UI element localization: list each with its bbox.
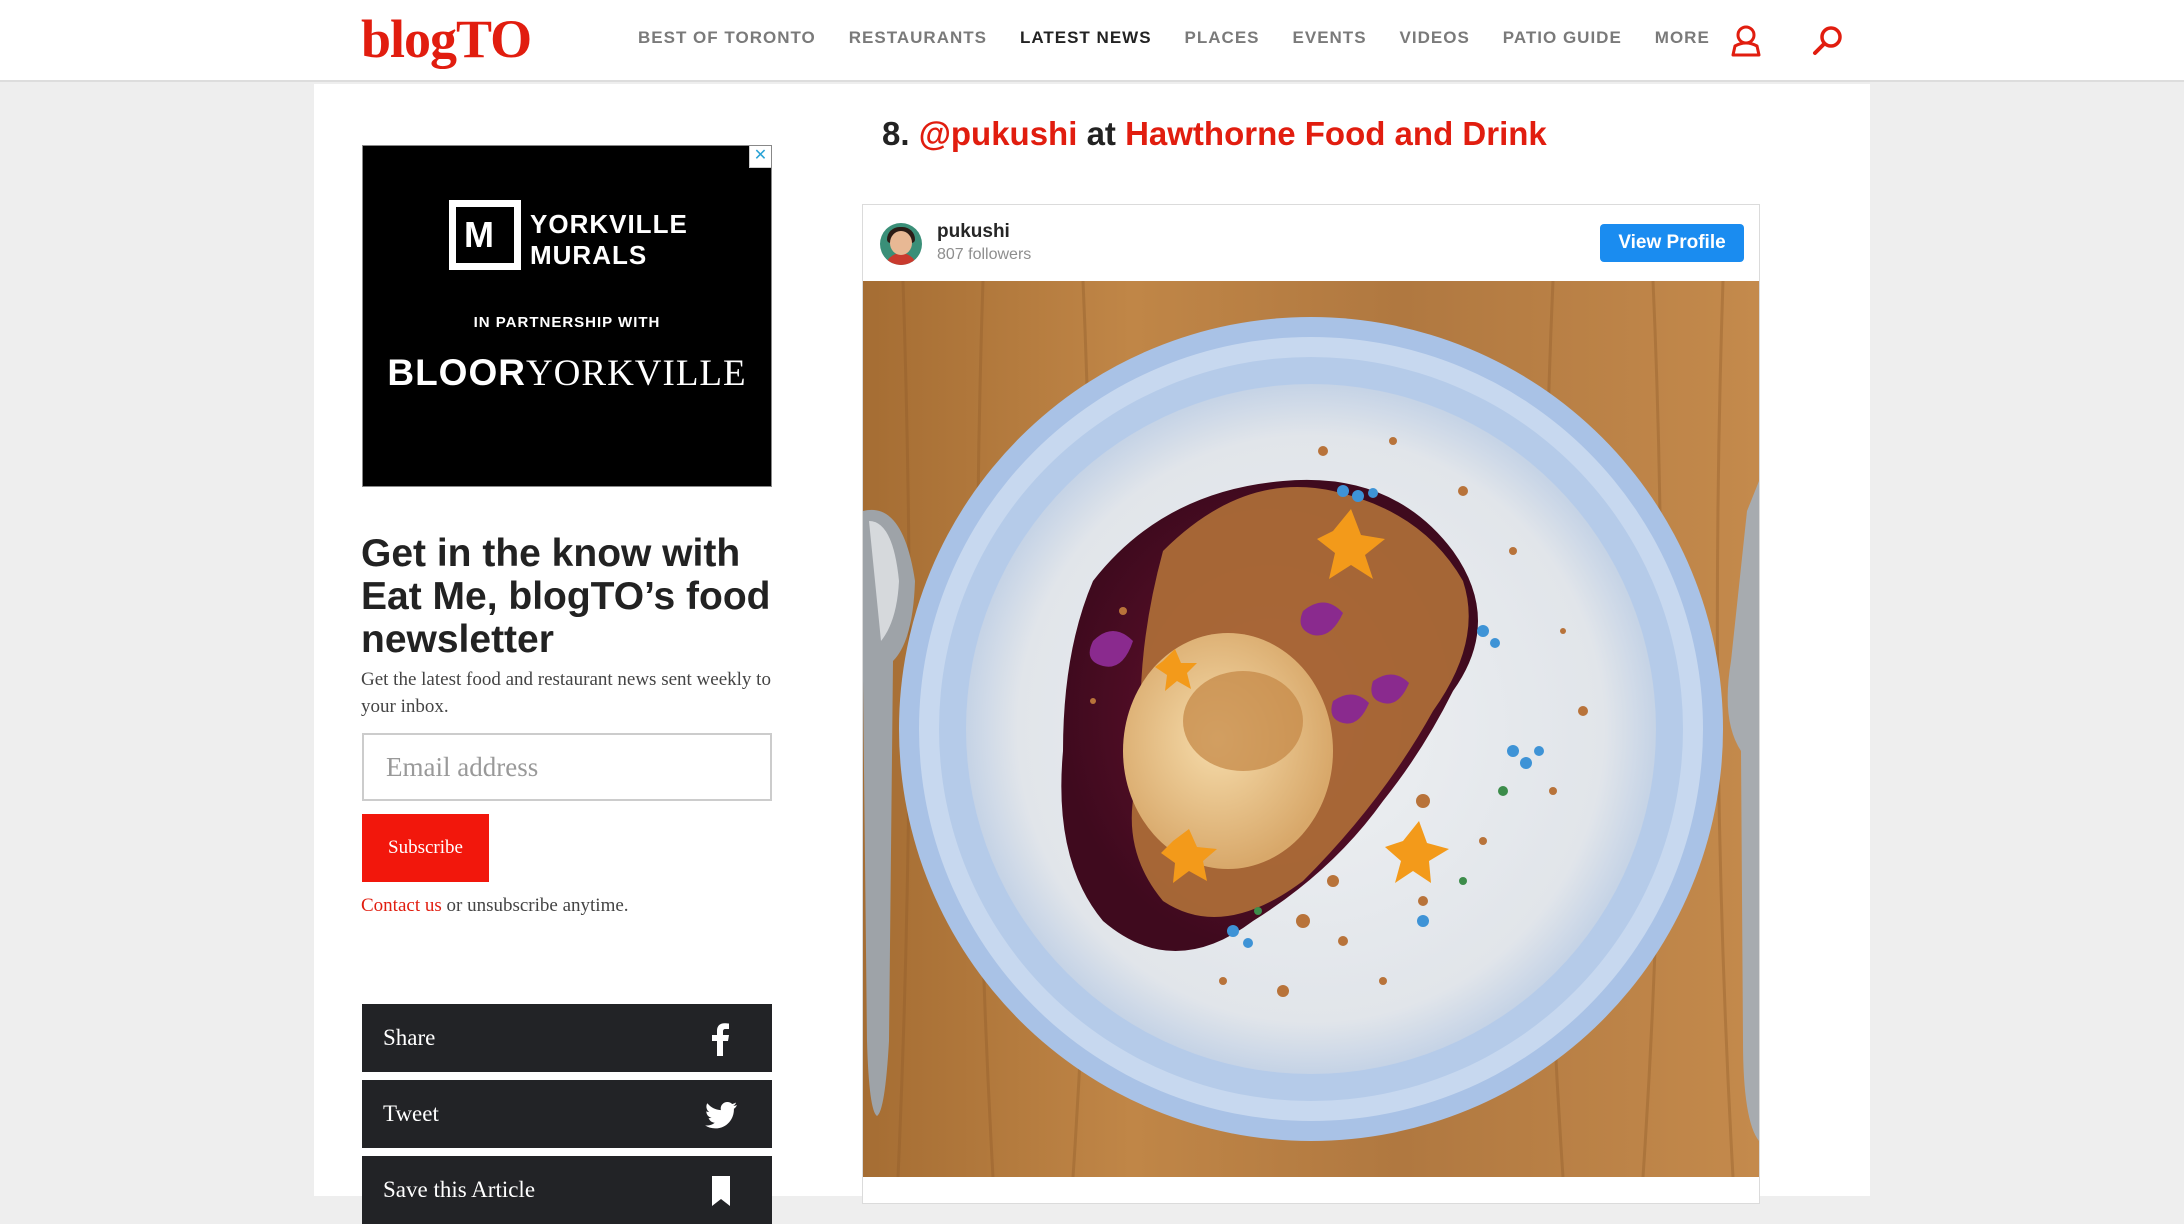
share-label: Share [383, 1025, 436, 1050]
email-field[interactable] [362, 733, 772, 801]
heading-at: at [1086, 115, 1116, 152]
sidebar-ad[interactable]: ✕ M YORKVILLE MURALS IN PARTNERSHIP WITH… [362, 145, 772, 487]
save-label: Save this Article [383, 1177, 536, 1202]
tweet-button[interactable]: Tweet [362, 1080, 772, 1148]
bookmark-icon [712, 1176, 730, 1206]
ad-close-icon[interactable]: ✕ [749, 146, 771, 168]
ad-bloor-word: BLOOR [387, 352, 526, 393]
main-nav: BEST OF TORONTO RESTAURANTS LATEST NEWS … [638, 26, 1743, 50]
instagram-handle-link[interactable]: @pukushi [919, 115, 1078, 152]
ad-bloor-yorkville: BLOORYORKVILLE [363, 352, 771, 395]
yorkville-murals-logo: M [449, 200, 521, 270]
nav-events[interactable]: EVENTS [1293, 26, 1367, 50]
avatar[interactable] [880, 223, 922, 265]
view-profile-button[interactable]: View Profile [1600, 224, 1744, 262]
nav-more[interactable]: MORE [1655, 26, 1710, 50]
instagram-embed: pukushi 807 followers View Profile [862, 204, 1760, 1204]
blogto-logo[interactable]: blogTO [361, 8, 532, 70]
dessert-plate-image [863, 281, 1759, 1177]
save-article-button[interactable]: Save this Article [362, 1156, 772, 1224]
follower-count: 807 followers [937, 246, 1032, 263]
ad-brand-line2: MURALS [530, 240, 648, 270]
unsubscribe-note: or unsubscribe anytime. [441, 895, 629, 916]
restaurant-link[interactable]: Hawthorne Food and Drink [1125, 115, 1547, 152]
ad-brand-line1: YORKVILLE [530, 209, 688, 239]
contact-us-link[interactable]: Contact us [361, 895, 442, 916]
subscribe-button[interactable]: Subscribe [362, 814, 489, 882]
ad-partner-text: IN PARTNERSHIP WITH [473, 314, 661, 331]
ad-yorkville-word: YORKVILLE [525, 353, 747, 394]
item-number: 8. [882, 115, 910, 152]
nav-restaurants[interactable]: RESTAURANTS [849, 26, 987, 50]
top-navigation-bar: blogTO BEST OF TORONTO RESTAURANTS LATES… [0, 0, 2184, 82]
search-icon[interactable] [1808, 22, 1848, 62]
newsletter-description: Get the latest food and restaurant news … [361, 669, 771, 717]
article-item-heading: 8. @pukushi at Hawthorne Food and Drink [882, 110, 1547, 158]
ad-brand-text: YORKVILLE MURALS [530, 209, 688, 271]
twitter-icon [705, 1102, 737, 1129]
share-button[interactable]: Share [362, 1004, 772, 1072]
nav-latest-news[interactable]: LATEST NEWS [1020, 26, 1152, 50]
newsletter-footer: Contact us or unsubscribe anytime. [361, 893, 629, 919]
user-icon[interactable] [1726, 22, 1766, 62]
instagram-username[interactable]: pukushi [937, 221, 1010, 243]
nav-videos[interactable]: VIDEOS [1400, 26, 1470, 50]
tweet-label: Tweet [383, 1101, 439, 1126]
instagram-photo[interactable] [863, 281, 1759, 1177]
nav-patio-guide[interactable]: PATIO GUIDE [1503, 26, 1622, 50]
facebook-icon [712, 1023, 729, 1056]
nav-places[interactable]: PLACES [1185, 26, 1260, 50]
newsletter-title: Get in the know with Eat Me, blogTO’s fo… [361, 532, 771, 661]
nav-best-of-toronto[interactable]: BEST OF TORONTO [638, 26, 816, 50]
